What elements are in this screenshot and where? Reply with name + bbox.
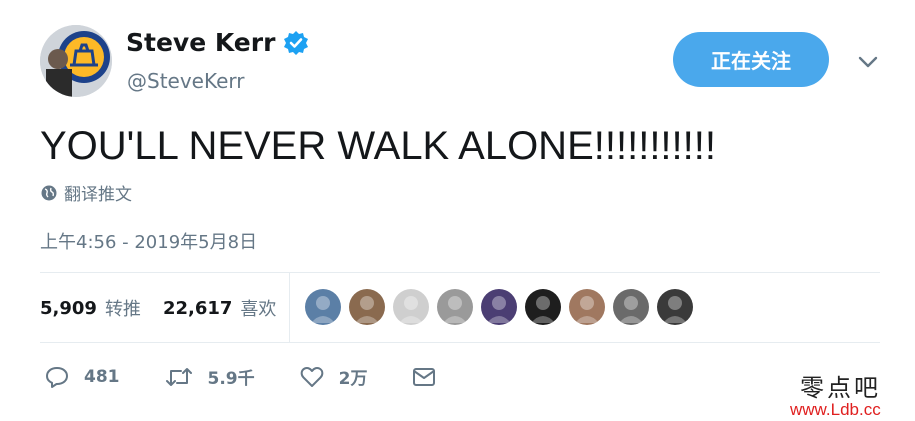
liker-avatar[interactable] xyxy=(613,289,649,325)
like-button[interactable]: 2万 xyxy=(299,364,368,389)
tweet-timestamp[interactable]: 上午4:56 - 2019年5月8日 xyxy=(40,228,257,254)
direct-message-button[interactable] xyxy=(411,365,451,389)
retweet-button[interactable]: 5.9千 xyxy=(164,364,255,389)
liker-avatar[interactable] xyxy=(305,289,341,325)
likes-count[interactable]: 22,617 xyxy=(163,298,232,319)
tweet-stats: 5,909 转推 22,617 喜欢 xyxy=(40,290,298,326)
liker-avatar[interactable] xyxy=(481,289,517,325)
envelope-icon xyxy=(413,367,436,386)
following-button[interactable]: 正在关注 xyxy=(673,32,829,87)
reply-count: 481 xyxy=(84,366,120,387)
chevron-down-icon[interactable] xyxy=(856,52,880,72)
retweet-count: 5.9千 xyxy=(207,369,255,389)
avatar[interactable] xyxy=(40,25,112,97)
liker-avatars xyxy=(305,289,701,325)
liker-avatar[interactable] xyxy=(437,289,473,325)
translate-tweet-link[interactable]: 翻译推文 xyxy=(40,180,132,205)
watermark-url: www.Ldb.cc xyxy=(790,400,881,419)
like-count: 2万 xyxy=(338,369,368,389)
heart-icon xyxy=(300,366,323,387)
liker-avatar[interactable] xyxy=(525,289,561,325)
divider xyxy=(40,342,880,343)
reply-button[interactable]: 481 xyxy=(44,365,120,389)
retweets-count[interactable]: 5,909 xyxy=(40,298,97,319)
author-name-row[interactable]: Steve Kerr xyxy=(126,28,309,57)
verified-badge-icon xyxy=(283,30,309,56)
divider xyxy=(40,272,880,273)
retweet-icon xyxy=(165,367,192,386)
likes-label[interactable]: 喜欢 xyxy=(240,295,276,321)
author-name[interactable]: Steve Kerr xyxy=(126,28,275,57)
author-handle[interactable]: @SteveKerr xyxy=(127,69,245,93)
liker-avatar[interactable] xyxy=(393,289,429,325)
watermark-site-name: 零点吧 xyxy=(800,374,881,402)
tweet-text: YOU'LL NEVER WALK ALONE!!!!!!!!!!! xyxy=(40,124,716,168)
liker-avatar[interactable] xyxy=(569,289,605,325)
liker-avatar[interactable] xyxy=(657,289,693,325)
tweet-actions: 481 5.9千 2万 xyxy=(44,364,495,389)
retweets-label[interactable]: 转推 xyxy=(105,295,141,321)
reply-icon xyxy=(46,366,68,388)
translate-label: 翻译推文 xyxy=(64,185,132,205)
globe-icon xyxy=(41,185,57,200)
liker-avatar[interactable] xyxy=(349,289,385,325)
